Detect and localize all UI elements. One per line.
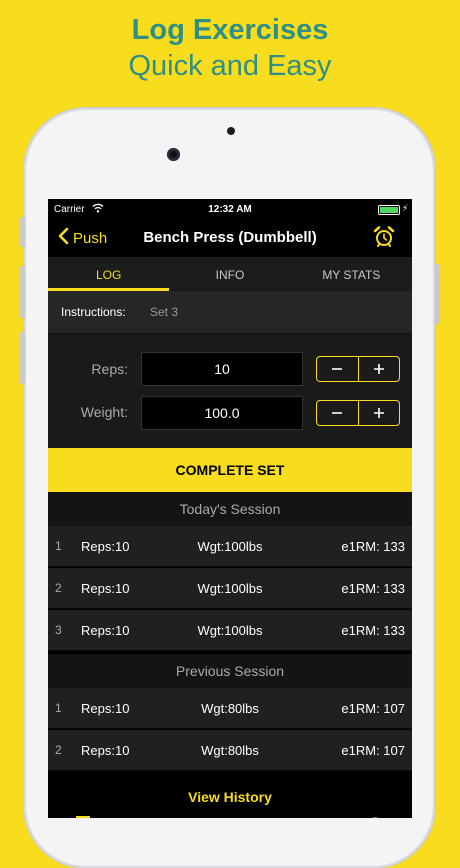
weight-increment-button[interactable] [357,401,400,425]
speaker-icon [227,127,235,135]
tab-bar [48,810,412,818]
set-e1rm: e1RM: 133 [341,581,405,596]
charging-icon: ⚡ [402,203,409,213]
navigation-bar: Push Bench Press (Dumbbell) [48,219,412,257]
mute-switch [20,217,25,247]
reps-label: Reps: [91,361,128,377]
reps-increment-button[interactable] [357,357,400,381]
promo-headline: Log Exercises [131,14,329,46]
front-camera-icon [167,148,180,161]
volume-up-button [20,266,25,318]
set-e1rm: e1RM: 107 [341,743,405,758]
complete-set-button[interactable]: COMPLETE SET [48,448,412,492]
set-e1rm: e1RM: 107 [341,701,405,716]
minus-icon [332,412,343,414]
power-button [435,264,440,324]
plus-icon [373,408,384,418]
status-bar: Carrier 12:32 AM ⚡ [48,199,412,219]
battery-icon [378,205,400,215]
info-tab-icon[interactable] [298,810,312,818]
table-row[interactable]: 2 Reps:10 Wgt:80lbs e1RM: 107 [48,730,412,771]
set-e1rm: e1RM: 133 [341,623,405,638]
minus-icon [332,368,343,370]
status-time: 12:32 AM [208,204,252,215]
set-input-panel: Reps: 10 Weight: 100.0 [48,333,412,450]
app-screen: Carrier 12:32 AM ⚡ Push Bench Press (Dum… [48,199,412,818]
table-row[interactable]: 2 Reps:10 Wgt:100lbs e1RM: 133 [48,568,412,609]
set-e1rm: e1RM: 133 [341,539,405,554]
segment-tabs: LOG INFO MY STATS [48,257,412,291]
tab-my-stats[interactable]: MY STATS [291,257,412,291]
promo-subheadline: Quick and Easy [128,50,332,82]
alarm-clock-icon[interactable] [372,225,396,254]
page-title: Bench Press (Dumbbell) [143,229,317,246]
table-row[interactable]: 1 Reps:10 Wgt:80lbs e1RM: 107 [48,688,412,729]
weight-input[interactable]: 100.0 [141,396,303,430]
plus-icon [373,364,384,374]
today-session-header: Today's Session [48,492,412,526]
instructions-value: Set 3 [150,305,179,319]
tab-info[interactable]: INFO [169,257,290,291]
calendar-tab-icon[interactable] [226,810,240,818]
tab-log[interactable]: LOG [48,257,170,291]
log-tab-icon[interactable] [76,810,90,818]
table-row[interactable]: 3 Reps:10 Wgt:100lbs e1RM: 133 [48,610,412,651]
weight-decrement-button[interactable] [317,401,358,425]
volume-down-button [20,332,25,384]
weight-label: Weight: [80,404,128,420]
instructions-row: Instructions: Set 3 [48,291,412,333]
stats-tab-icon[interactable] [368,810,382,818]
reps-decrement-button[interactable] [317,357,358,381]
routines-tab-icon[interactable] [148,810,162,818]
reps-input[interactable]: 10 [141,352,303,386]
previous-session-header: Previous Session [48,654,412,688]
weight-stepper [316,400,400,426]
reps-stepper [316,356,400,382]
table-row[interactable]: 1 Reps:10 Wgt:100lbs e1RM: 133 [48,526,412,567]
instructions-label: Instructions: [61,305,126,319]
